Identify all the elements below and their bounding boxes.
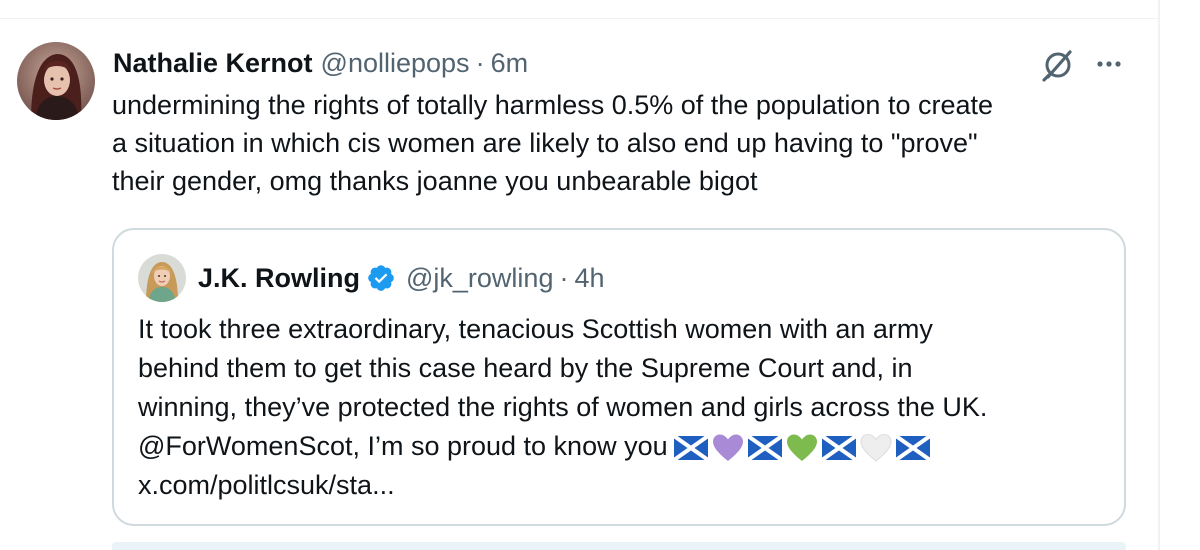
- next-content-edge: [112, 542, 1126, 550]
- author-avatar[interactable]: [17, 42, 95, 120]
- tweet-header: Nathalie Kernot @nolliepops · 6m: [113, 46, 528, 80]
- author-name[interactable]: Nathalie Kernot: [113, 48, 313, 79]
- scotland-flag-icon: [821, 435, 856, 460]
- scotland-flag-icon: [673, 435, 708, 460]
- quoted-text-line-with-emoji: @ForWomenScot, I’m so proud to know you: [138, 427, 1118, 466]
- scotland-flag-icon: [747, 435, 782, 460]
- quoted-author-name[interactable]: J.K. Rowling: [198, 263, 360, 294]
- quoted-header-separator: ·: [559, 262, 569, 293]
- quoted-text-line: behind them to get this case heard by th…: [138, 353, 913, 383]
- quoted-text-line: winning, they’ve protected the rights of…: [138, 392, 988, 422]
- quoted-tweet-header: J.K. Rowling @jk_rowling · 4h: [198, 260, 605, 296]
- tweet-text-line: undermining the rights of totally harmle…: [112, 90, 994, 120]
- emoji-row: [673, 433, 934, 463]
- top-divider: [0, 18, 1158, 19]
- tweet-text: undermining the rights of totally harmle…: [112, 86, 1152, 200]
- tweet-timestamp[interactable]: 6m: [491, 48, 529, 79]
- timeline-border: [1158, 0, 1160, 550]
- more-options-icon[interactable]: [1092, 52, 1126, 76]
- tweet-text-line: their gender, omg thanks joanne you unbe…: [112, 166, 758, 196]
- white-heart-icon: [860, 433, 892, 462]
- author-handle[interactable]: @nolliepops: [321, 48, 470, 79]
- scotland-flag-icon: [895, 435, 930, 460]
- green-heart-icon: [786, 434, 817, 461]
- tweet-text-line: a situation in which cis women are likel…: [112, 128, 978, 158]
- quoted-author-avatar[interactable]: [138, 254, 186, 302]
- purple-heart-icon: [712, 434, 743, 461]
- quoted-text-line: It took three extraordinary, tenacious S…: [138, 314, 933, 344]
- tweet-page: Nathalie Kernot @nolliepops · 6m undermi…: [0, 0, 1200, 550]
- quoted-tweet-card[interactable]: J.K. Rowling @jk_rowling · 4h It took th…: [112, 228, 1126, 526]
- verified-badge-icon: [366, 263, 396, 293]
- quoted-tweet-timestamp[interactable]: 4h: [574, 263, 604, 294]
- mention-link[interactable]: @ForWomenScot, I’m so proud to know you: [138, 431, 668, 461]
- quoted-author-handle[interactable]: @jk_rowling: [406, 263, 553, 294]
- quoted-link[interactable]: x.com/politlcsuk/sta...: [138, 466, 1118, 505]
- grok-icon[interactable]: [1040, 47, 1076, 83]
- quoted-tweet-text: It took three extraordinary, tenacious S…: [138, 310, 1118, 505]
- header-separator: ·: [475, 47, 485, 78]
